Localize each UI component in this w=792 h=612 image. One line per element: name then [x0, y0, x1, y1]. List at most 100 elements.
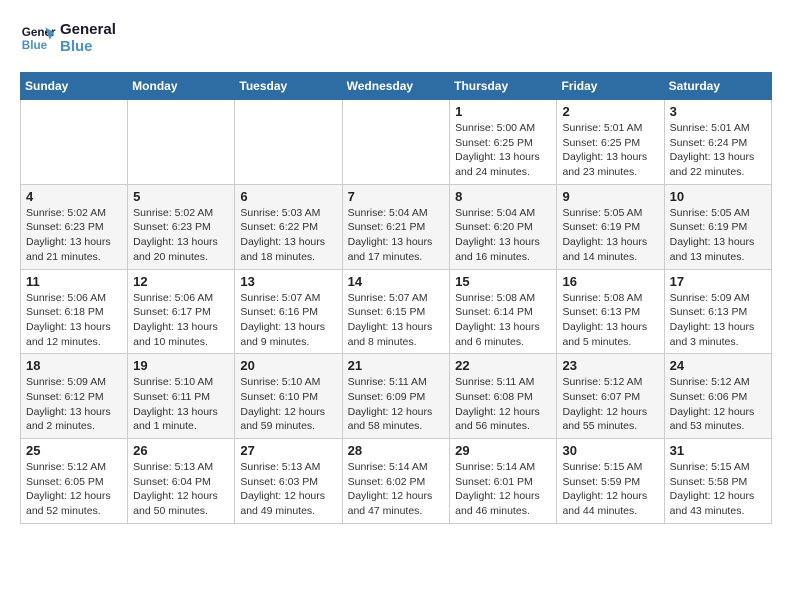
weekday-header-row: SundayMondayTuesdayWednesdayThursdayFrid…	[21, 73, 772, 100]
calendar-cell: 23 Sunrise: 5:12 AM Sunset: 6:07 PM Dayli…	[557, 354, 664, 439]
day-info: Sunrise: 5:15 AM Sunset: 5:59 PM Dayligh…	[562, 460, 658, 519]
day-number: 30	[562, 443, 658, 458]
day-number: 31	[670, 443, 766, 458]
day-number: 7	[348, 189, 445, 204]
calendar-cell: 18 Sunrise: 5:09 AM Sunset: 6:12 PM Dayli…	[21, 354, 128, 439]
calendar-cell: 4Sunrise: 5:02 AM Sunset: 6:23 PM Daylig…	[21, 184, 128, 269]
calendar-cell: 14Sunrise: 5:07 AM Sunset: 6:15 PM Dayli…	[342, 269, 450, 354]
day-info: Sunrise: 5:01 AM Sunset: 6:25 PM Dayligh…	[562, 121, 658, 180]
day-info: Sunrise: 5:04 AM Sunset: 6:20 PM Dayligh…	[455, 206, 551, 265]
week-row-2: 4 Sunrise: 5:02 AM Sunset: 6:23 PM Daylig…	[21, 184, 772, 269]
day-number: 15	[455, 274, 551, 289]
weekday-header-wednesday: Wednesday	[342, 73, 450, 100]
day-info: Sunrise: 5:12 AM Sunset: 6:05 PM Dayligh…	[26, 460, 122, 519]
calendar-cell: 6Sunrise: 5:03 AM Sunset: 6:22 PM Daylig…	[235, 184, 342, 269]
calendar-cell: 25 Sunrise: 5:12 AM Sunset: 6:05 PM Dayli…	[21, 439, 128, 524]
calendar-cell: 19 Sunrise: 5:10 AM Sunset: 6:11 PM Dayli…	[128, 354, 235, 439]
day-info: Sunrise: 5:07 AM Sunset: 6:16 PM Dayligh…	[240, 291, 336, 350]
day-info: Sunrise: 5:03 AM Sunset: 6:22 PM Dayligh…	[240, 206, 336, 265]
calendar-cell	[128, 100, 235, 185]
day-number: 10	[670, 189, 766, 204]
day-info: Sunrise: 5:14 AM Sunset: 6:02 PM Dayligh…	[348, 460, 445, 519]
calendar-cell	[342, 100, 450, 185]
day-number: 4	[26, 189, 122, 204]
day-number: 5	[133, 189, 229, 204]
day-info: Sunrise: 5:00 AM Sunset: 6:25 PM Dayligh…	[455, 121, 551, 180]
day-info: Sunrise: 5:10 AM Sunset: 6:11 PM Dayligh…	[133, 375, 229, 434]
svg-text:Blue: Blue	[22, 39, 48, 52]
week-row-4: 18 Sunrise: 5:09 AM Sunset: 6:12 PM Dayli…	[21, 354, 772, 439]
day-info: Sunrise: 5:15 AM Sunset: 5:58 PM Dayligh…	[670, 460, 766, 519]
day-number: 17	[670, 274, 766, 289]
calendar-cell: 13 Sunrise: 5:07 AM Sunset: 6:16 PM Dayli…	[235, 269, 342, 354]
calendar-cell: 5 Sunrise: 5:02 AM Sunset: 6:23 PM Daylig…	[128, 184, 235, 269]
day-number: 29	[455, 443, 551, 458]
day-number: 21	[348, 358, 445, 373]
calendar-cell: 3Sunrise: 5:01 AM Sunset: 6:24 PM Daylig…	[664, 100, 771, 185]
day-info: Sunrise: 5:06 AM Sunset: 6:18 PM Dayligh…	[26, 291, 122, 350]
day-info: Sunrise: 5:04 AM Sunset: 6:21 PM Dayligh…	[348, 206, 445, 265]
day-info: Sunrise: 5:01 AM Sunset: 6:24 PM Dayligh…	[670, 121, 766, 180]
calendar-cell: 16 Sunrise: 5:08 AM Sunset: 6:13 PM Dayli…	[557, 269, 664, 354]
day-number: 12	[133, 274, 229, 289]
day-number: 2	[562, 104, 658, 119]
calendar-cell: 1 Sunrise: 5:00 AM Sunset: 6:25 PM Daylig…	[450, 100, 557, 185]
day-number: 27	[240, 443, 336, 458]
calendar-cell: 11 Sunrise: 5:06 AM Sunset: 6:18 PM Dayli…	[21, 269, 128, 354]
day-info: Sunrise: 5:08 AM Sunset: 6:13 PM Dayligh…	[562, 291, 658, 350]
day-number: 16	[562, 274, 658, 289]
day-info: Sunrise: 5:13 AM Sunset: 6:03 PM Dayligh…	[240, 460, 336, 519]
calendar-cell: 8 Sunrise: 5:04 AM Sunset: 6:20 PM Daylig…	[450, 184, 557, 269]
week-row-1: 1 Sunrise: 5:00 AM Sunset: 6:25 PM Daylig…	[21, 100, 772, 185]
day-number: 20	[240, 358, 336, 373]
weekday-header-sunday: Sunday	[21, 73, 128, 100]
calendar-cell	[235, 100, 342, 185]
calendar-cell: 30 Sunrise: 5:15 AM Sunset: 5:59 PM Dayli…	[557, 439, 664, 524]
day-number: 13	[240, 274, 336, 289]
day-info: Sunrise: 5:06 AM Sunset: 6:17 PM Dayligh…	[133, 291, 229, 350]
weekday-header-tuesday: Tuesday	[235, 73, 342, 100]
day-info: Sunrise: 5:14 AM Sunset: 6:01 PM Dayligh…	[455, 460, 551, 519]
weekday-header-friday: Friday	[557, 73, 664, 100]
day-number: 1	[455, 104, 551, 119]
week-row-3: 11 Sunrise: 5:06 AM Sunset: 6:18 PM Dayli…	[21, 269, 772, 354]
calendar-cell: 7 Sunrise: 5:04 AM Sunset: 6:21 PM Daylig…	[342, 184, 450, 269]
day-info: Sunrise: 5:09 AM Sunset: 6:12 PM Dayligh…	[26, 375, 122, 434]
day-number: 28	[348, 443, 445, 458]
calendar-table: SundayMondayTuesdayWednesdayThursdayFrid…	[20, 72, 772, 524]
day-info: Sunrise: 5:05 AM Sunset: 6:19 PM Dayligh…	[562, 206, 658, 265]
calendar-cell: 9 Sunrise: 5:05 AM Sunset: 6:19 PM Daylig…	[557, 184, 664, 269]
day-info: Sunrise: 5:11 AM Sunset: 6:09 PM Dayligh…	[348, 375, 445, 434]
logo-blue: Blue	[60, 38, 116, 55]
day-info: Sunrise: 5:10 AM Sunset: 6:10 PM Dayligh…	[240, 375, 336, 434]
calendar-cell: 28 Sunrise: 5:14 AM Sunset: 6:02 PM Dayli…	[342, 439, 450, 524]
day-number: 26	[133, 443, 229, 458]
day-info: Sunrise: 5:13 AM Sunset: 6:04 PM Dayligh…	[133, 460, 229, 519]
day-info: Sunrise: 5:05 AM Sunset: 6:19 PM Dayligh…	[670, 206, 766, 265]
day-info: Sunrise: 5:08 AM Sunset: 6:14 PM Dayligh…	[455, 291, 551, 350]
calendar-cell	[21, 100, 128, 185]
logo-icon: General Blue	[20, 20, 56, 56]
day-number: 14	[348, 274, 445, 289]
logo-general: General	[60, 21, 116, 38]
page-header: General Blue General Blue	[20, 20, 772, 56]
week-row-5: 25 Sunrise: 5:12 AM Sunset: 6:05 PM Dayli…	[21, 439, 772, 524]
calendar-cell: 12 Sunrise: 5:06 AM Sunset: 6:17 PM Dayli…	[128, 269, 235, 354]
calendar-cell: 31 Sunrise: 5:15 AM Sunset: 5:58 PM Dayli…	[664, 439, 771, 524]
calendar-cell: 29 Sunrise: 5:14 AM Sunset: 6:01 PM Dayli…	[450, 439, 557, 524]
day-info: Sunrise: 5:12 AM Sunset: 6:07 PM Dayligh…	[562, 375, 658, 434]
day-number: 24	[670, 358, 766, 373]
day-number: 8	[455, 189, 551, 204]
calendar-cell: 17 Sunrise: 5:09 AM Sunset: 6:13 PM Dayli…	[664, 269, 771, 354]
day-number: 23	[562, 358, 658, 373]
day-number: 11	[26, 274, 122, 289]
day-number: 22	[455, 358, 551, 373]
calendar-cell: 27 Sunrise: 5:13 AM Sunset: 6:03 PM Dayli…	[235, 439, 342, 524]
day-number: 25	[26, 443, 122, 458]
day-info: Sunrise: 5:02 AM Sunset: 6:23 PM Dayligh…	[133, 206, 229, 265]
day-number: 9	[562, 189, 658, 204]
day-number: 19	[133, 358, 229, 373]
day-info: Sunrise: 5:11 AM Sunset: 6:08 PM Dayligh…	[455, 375, 551, 434]
day-number: 18	[26, 358, 122, 373]
day-info: Sunrise: 5:09 AM Sunset: 6:13 PM Dayligh…	[670, 291, 766, 350]
